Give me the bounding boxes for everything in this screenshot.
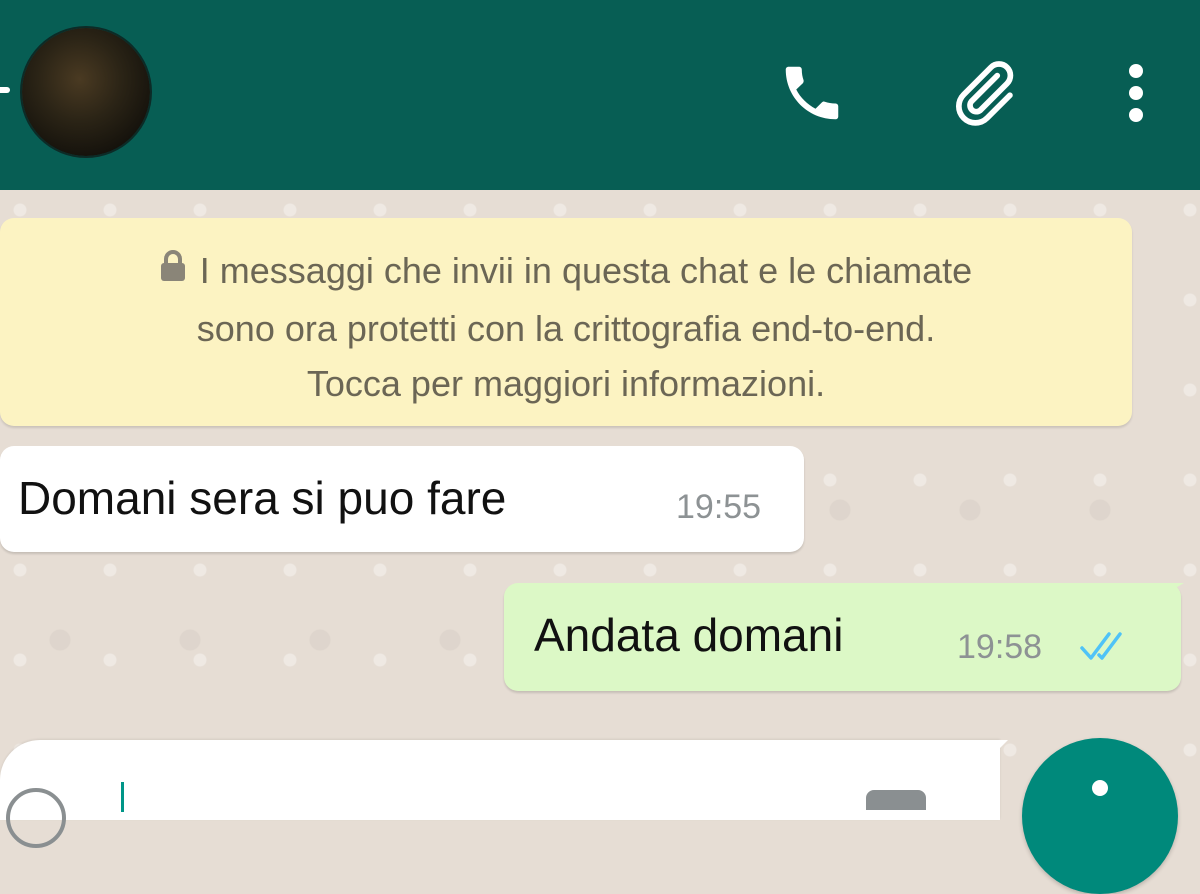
message-time: 19:55 [676,488,762,526]
back-arrow-icon[interactable] [0,87,10,93]
message-text: Domani sera si puo fare [18,472,507,524]
paperclip-icon[interactable] [945,55,1021,131]
chat-header [0,0,1200,190]
message-input[interactable] [0,740,1000,820]
encryption-notice-line-3: Tocca per maggiori informazioni. [306,362,826,404]
lock-icon [160,242,186,297]
contact-avatar[interactable] [22,28,150,156]
message-time: 19:58 [957,628,1043,666]
mic-icon [1092,780,1108,796]
phone-icon[interactable] [774,55,850,131]
emoji-icon[interactable] [6,788,66,848]
camera-icon[interactable] [866,790,926,810]
text-cursor [121,782,124,812]
incoming-message[interactable]: Domani sera si puo fare 19:55 [0,446,804,552]
more-vertical-icon[interactable] [1098,55,1174,131]
chat-area: I messaggi che invii in questa chat e le… [0,190,1200,800]
outgoing-message[interactable]: Andata domani 19:58 [504,583,1181,691]
encryption-notice-line-1: I messaggi che invii in questa chat e le… [0,243,1132,301]
double-check-icon [1078,628,1134,669]
encryption-notice[interactable]: I messaggi che invii in questa chat e le… [0,218,1132,426]
encryption-notice-text-1: I messaggi che invii in questa chat e le… [199,250,973,291]
encryption-notice-line-2: sono ora protetti con la crittografia en… [196,307,936,349]
mic-button[interactable] [1022,738,1178,894]
message-text: Andata domani [534,609,844,661]
input-bar-tail [968,740,1008,780]
